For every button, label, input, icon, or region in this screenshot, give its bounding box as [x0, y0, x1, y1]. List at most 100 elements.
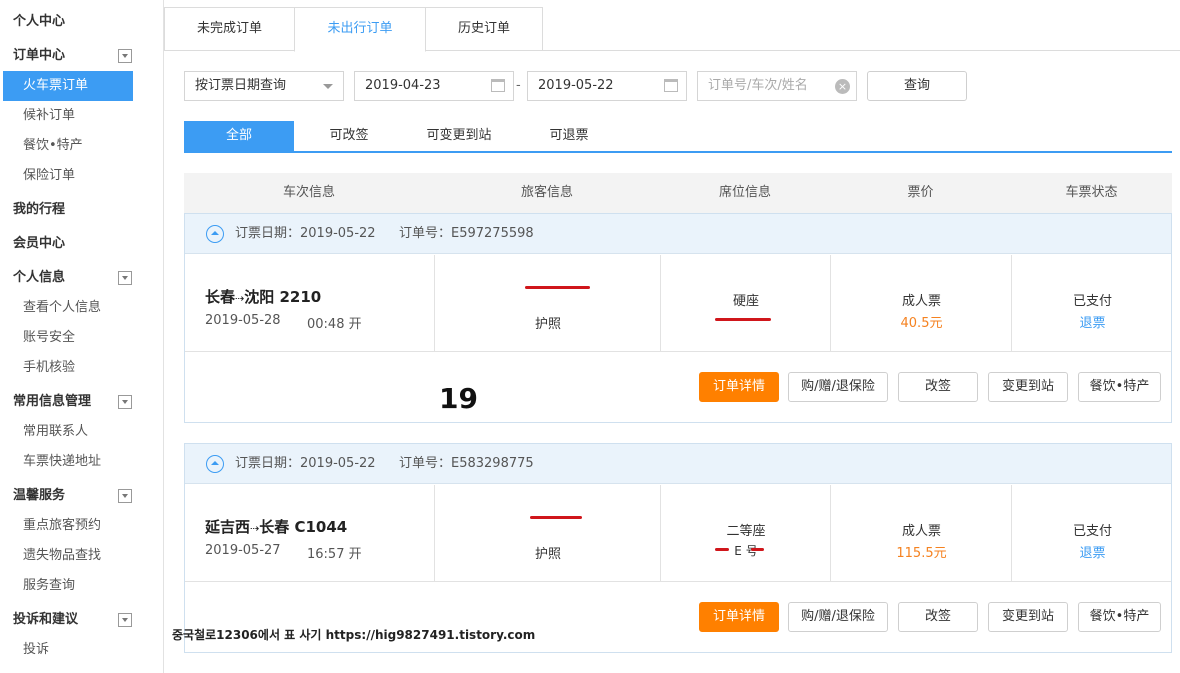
sidebar-item-4[interactable]: 餐饮•特产: [0, 131, 163, 161]
sidebar-section-12[interactable]: 常用信息管理: [0, 387, 163, 417]
calendar-icon[interactable]: [664, 79, 678, 92]
collapse-toggle-icon[interactable]: [118, 49, 132, 63]
query-type-select[interactable]: 按订票日期查询: [184, 71, 344, 101]
sidebar-label: 保险订单: [23, 168, 76, 183]
sidebar-item-3[interactable]: 候补订单: [0, 101, 163, 131]
col-train-info: 车次信息: [282, 185, 335, 200]
route-from: 延吉西: [205, 518, 251, 536]
change-ticket-button[interactable]: 改签: [898, 372, 978, 402]
sidebar-item-20[interactable]: 投诉: [0, 635, 163, 665]
ticket-price: 115.5元: [896, 546, 947, 561]
sidebar-item-11[interactable]: 手机核验: [0, 353, 163, 383]
sidebar-label: 会员中心: [13, 236, 66, 251]
order-detail-button[interactable]: 订单详情: [699, 602, 779, 632]
train-number: 2210: [279, 288, 322, 306]
sidebar-section-1[interactable]: 订单中心: [0, 41, 163, 71]
order-detail-button[interactable]: 订单详情: [699, 372, 779, 402]
change-station-button[interactable]: 变更到站: [988, 602, 1068, 632]
sidebar-section-0[interactable]: 个人中心: [0, 7, 163, 37]
order-header: 订票日期：2019-05-22 订单号：E597275598: [185, 214, 1171, 254]
page: 个人中心 订单中心 火车票订单 候补订单 餐饮•特产 保险订单 我的行程 会员中心 个人信息 查看…: [0, 0, 1180, 673]
insurance-button[interactable]: 购/赠/退保险: [788, 372, 888, 402]
sidebar-item-17[interactable]: 遗失物品查找: [0, 541, 163, 571]
search-placeholder: 订单号/车次/姓名: [708, 78, 808, 93]
sidebar-label: 个人信息: [13, 270, 66, 285]
booking-date: 订票日期：2019-05-22: [235, 226, 376, 241]
sidebar-item-2[interactable]: 火车票订单: [3, 71, 133, 101]
sidebar-section-6[interactable]: 我的行程: [0, 195, 163, 225]
ticket-type: 成人票: [901, 524, 941, 539]
sidebar-section-19[interactable]: 投诉和建议: [0, 605, 163, 635]
change-ticket-button[interactable]: 改签: [898, 602, 978, 632]
train-route: 长春⇢沈阳 2210: [205, 286, 321, 307]
sidebar-item-10[interactable]: 账号安全: [0, 323, 163, 353]
subtab-refundable[interactable]: 可退票: [514, 121, 624, 151]
date-from-value: 2019-04-23: [365, 78, 441, 93]
filter-subtabs: 全部 可改签 可变更到站 可退票: [184, 121, 1172, 153]
sidebar-item-14[interactable]: 车票快递地址: [0, 447, 163, 477]
passenger-id-type: 护照: [534, 317, 561, 332]
date-to-value: 2019-05-22: [538, 78, 614, 93]
tab-history[interactable]: 历史订单: [425, 7, 543, 51]
seat-type: 硬座: [732, 294, 759, 309]
collapse-toggle-icon[interactable]: [118, 395, 132, 409]
depart-time: 16:57 开: [307, 547, 362, 562]
sidebar-section-15[interactable]: 温馨服务: [0, 481, 163, 511]
query-button[interactable]: 查询: [867, 71, 967, 101]
col-passenger-info: 旅客信息: [520, 185, 573, 200]
sidebar-section-8[interactable]: 个人信息: [0, 263, 163, 293]
subtab-all[interactable]: 全部: [184, 121, 294, 151]
sidebar-label: 服务查询: [23, 578, 76, 593]
refund-link[interactable]: 退票: [1012, 542, 1173, 561]
watermark-caption: 중국철로12306에서 표 사기 https://hig9827491.tist…: [172, 628, 536, 642]
date-separator: -: [516, 78, 521, 93]
change-station-button[interactable]: 变更到站: [988, 372, 1068, 402]
food-specialty-button[interactable]: 餐饮•特产: [1078, 372, 1161, 402]
collapse-toggle-icon[interactable]: [118, 613, 132, 627]
collapse-toggle-icon[interactable]: [118, 489, 132, 503]
clear-icon[interactable]: ×: [835, 79, 850, 94]
sidebar-label: 手机核验: [23, 360, 76, 375]
date-from-input[interactable]: 2019-04-23: [354, 71, 514, 101]
order-actions: 19 订单详情 购/赠/退保险 改签 变更到站 餐饮•特产: [185, 353, 1171, 421]
sidebar-label: 车票快递地址: [23, 454, 102, 469]
route-to: 长春: [259, 518, 290, 536]
train-route: 延吉西⇢长春 C1044: [205, 516, 347, 537]
order-tabs: 未完成订单 未出行订单 历史订单: [164, 7, 1180, 52]
sidebar-section-7[interactable]: 会员中心: [0, 229, 163, 259]
refund-link[interactable]: 退票: [1012, 312, 1173, 331]
search-input[interactable]: 订单号/车次/姓名 ×: [697, 71, 857, 101]
collapse-icon[interactable]: [206, 455, 224, 473]
tab-unfinished[interactable]: 未完成订单: [164, 7, 295, 51]
sidebar-label: 常用信息管理: [13, 394, 92, 409]
calendar-icon[interactable]: [491, 79, 505, 92]
sidebar-label: 投诉: [23, 642, 50, 657]
order-number: 订单号：E597275598: [399, 226, 534, 241]
sidebar-item-13[interactable]: 常用联系人: [0, 417, 163, 447]
arrow-icon: ⇢: [235, 292, 245, 305]
order-header: 订票日期：2019-05-22 订单号：E583298775: [185, 444, 1171, 484]
collapse-icon[interactable]: [206, 225, 224, 243]
date-to-input[interactable]: 2019-05-22: [527, 71, 687, 101]
insurance-button[interactable]: 购/赠/退保险: [788, 602, 888, 632]
sidebar-label: 温馨服务: [13, 488, 66, 503]
arrow-icon: ⇢: [250, 522, 260, 535]
tab-upcoming[interactable]: 未出行订单: [294, 7, 426, 52]
sidebar-item-18[interactable]: 服务查询: [0, 571, 163, 601]
subtab-change-station[interactable]: 可变更到站: [404, 121, 514, 151]
collapse-toggle-icon[interactable]: [118, 271, 132, 285]
subtab-changeable[interactable]: 可改签: [294, 121, 404, 151]
ticket-row: 延吉西⇢长春 C1044 2019-05-27 16:57 开 护照 二等座 E…: [185, 485, 1171, 582]
depart-date: 2019-05-27: [205, 543, 281, 558]
route-from: 长春: [205, 288, 236, 306]
redaction-mark: [525, 286, 590, 289]
sidebar-item-9[interactable]: 查看个人信息: [0, 293, 163, 323]
sidebar-item-5[interactable]: 保险订单: [0, 161, 163, 191]
col-ticket-status: 车票状态: [1065, 185, 1118, 200]
train-number: C1044: [294, 518, 348, 536]
depart-time: 00:48 开: [307, 317, 362, 332]
food-specialty-button[interactable]: 餐饮•特产: [1078, 602, 1161, 632]
sidebar-item-16[interactable]: 重点旅客预约: [0, 511, 163, 541]
ticket-type: 成人票: [901, 294, 941, 309]
sidebar-label: 投诉和建议: [13, 612, 79, 627]
